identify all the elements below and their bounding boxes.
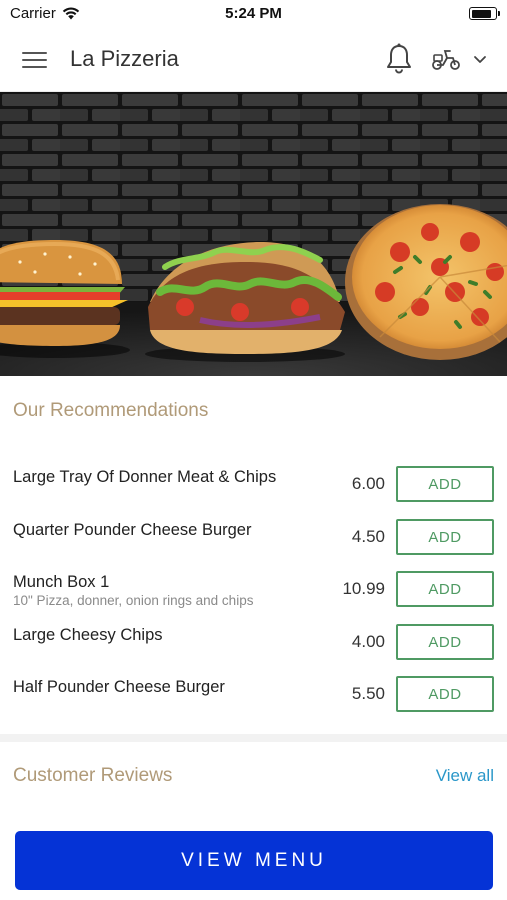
item-name: Large Tray Of Donner Meat & Chips <box>13 468 277 486</box>
battery-fill <box>471 9 492 18</box>
scooter-icon[interactable] <box>430 46 462 72</box>
bell-icon[interactable] <box>385 43 413 75</box>
battery-icon <box>469 7 500 20</box>
status-bar: Carrier 5:24 PM <box>0 0 507 28</box>
add-button[interactable]: ADD <box>396 466 494 502</box>
item-price: 4.00 <box>351 632 385 651</box>
list-item: Large Cheesy Chips 4.00 ADD <box>0 624 507 676</box>
item-name: Quarter Pounder Cheese Burger <box>13 521 252 539</box>
item-name: Munch Box 1 <box>13 573 110 591</box>
reviews-title: Customer Reviews <box>13 765 173 786</box>
recommendations-title: Our Recommendations <box>13 400 209 421</box>
item-price: 4.50 <box>351 527 385 546</box>
item-price: 10.99 <box>342 579 385 598</box>
battery-nub <box>498 11 500 16</box>
add-button[interactable]: ADD <box>396 571 494 607</box>
section-divider <box>0 734 507 742</box>
doner-image <box>145 242 345 362</box>
hero-banner <box>0 92 507 376</box>
list-item: Large Tray Of Donner Meat & Chips 6.00 A… <box>0 466 507 518</box>
add-button[interactable]: ADD <box>396 676 494 712</box>
item-name: Half Pounder Cheese Burger <box>13 678 225 696</box>
list-item: Half Pounder Cheese Burger 5.50 ADD <box>0 676 507 728</box>
list-item: Munch Box 1 10" Pizza, donner, onion rin… <box>0 571 507 623</box>
app-title: La Pizzeria <box>70 46 179 71</box>
item-price: 6.00 <box>351 474 385 493</box>
view-menu-button[interactable]: VIEW MENU <box>15 831 493 890</box>
view-all-link[interactable]: View all <box>436 766 494 786</box>
list-item: Quarter Pounder Cheese Burger 4.50 ADD <box>0 519 507 571</box>
status-time: 5:24 PM <box>225 5 282 22</box>
item-name: Large Cheesy Chips <box>13 626 163 644</box>
add-button[interactable]: ADD <box>396 624 494 660</box>
chevron-down-icon[interactable] <box>472 52 488 66</box>
menu-icon[interactable] <box>22 50 47 70</box>
recommendations-section: Our Recommendations Large Tray Of Donner… <box>0 376 507 734</box>
add-button[interactable]: ADD <box>396 519 494 555</box>
app-header: La Pizzeria <box>0 28 507 92</box>
item-description: 10" Pizza, donner, onion rings and chips <box>13 593 254 608</box>
item-price: 5.50 <box>351 684 385 703</box>
